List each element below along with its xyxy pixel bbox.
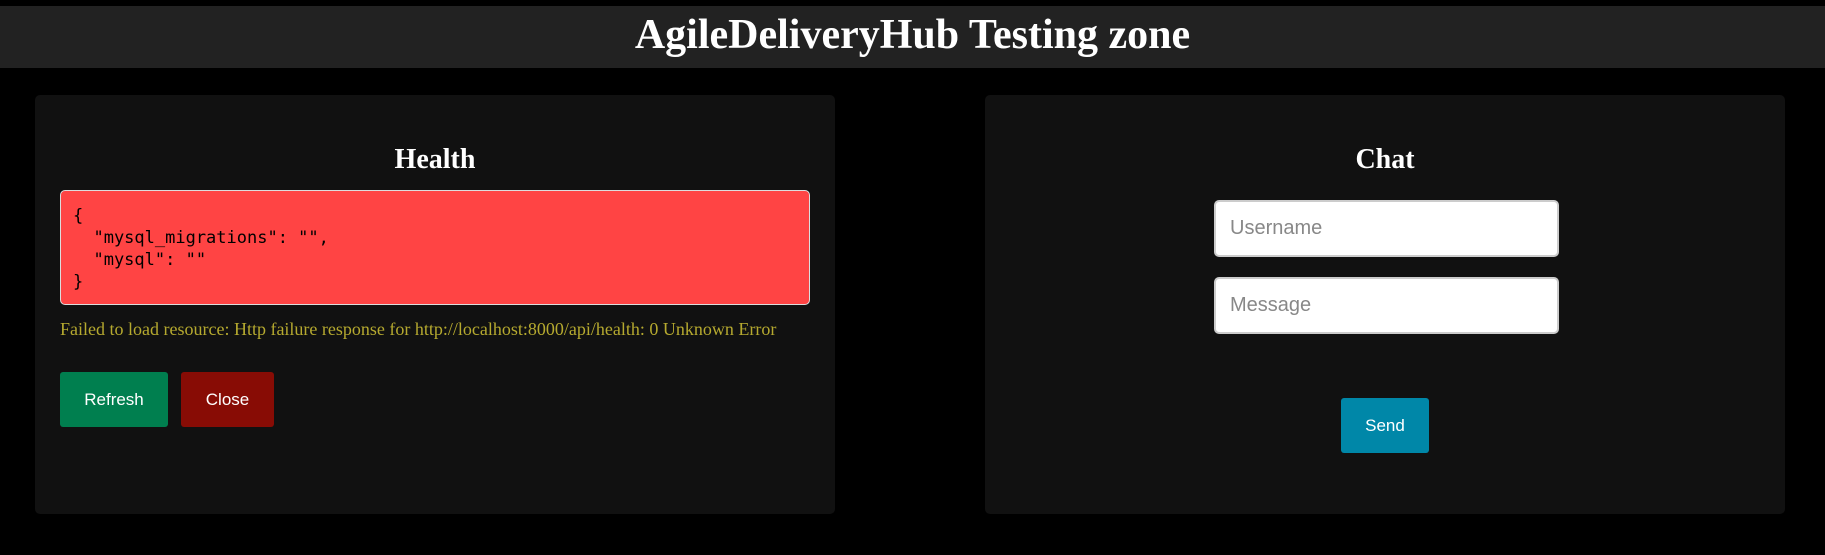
send-button[interactable]: Send <box>1341 398 1429 453</box>
page-header: AgileDeliveryHub Testing zone <box>0 6 1825 68</box>
health-panel: Health { "mysql_migrations": "", "mysql"… <box>35 95 835 514</box>
message-input[interactable] <box>1214 277 1559 334</box>
health-title: Health <box>394 144 476 175</box>
close-button[interactable]: Close <box>181 372 274 427</box>
page-title: AgileDeliveryHub Testing zone <box>634 12 1191 58</box>
refresh-button[interactable]: Refresh <box>60 372 168 427</box>
chat-title: Chat <box>1355 144 1415 175</box>
health-error-message: Failed to load resource: Http failure re… <box>60 319 777 339</box>
chat-panel: Chat Send <box>985 95 1785 514</box>
username-input[interactable] <box>1214 200 1559 257</box>
health-json-output: { "mysql_migrations": "", "mysql": "" } <box>60 190 810 305</box>
